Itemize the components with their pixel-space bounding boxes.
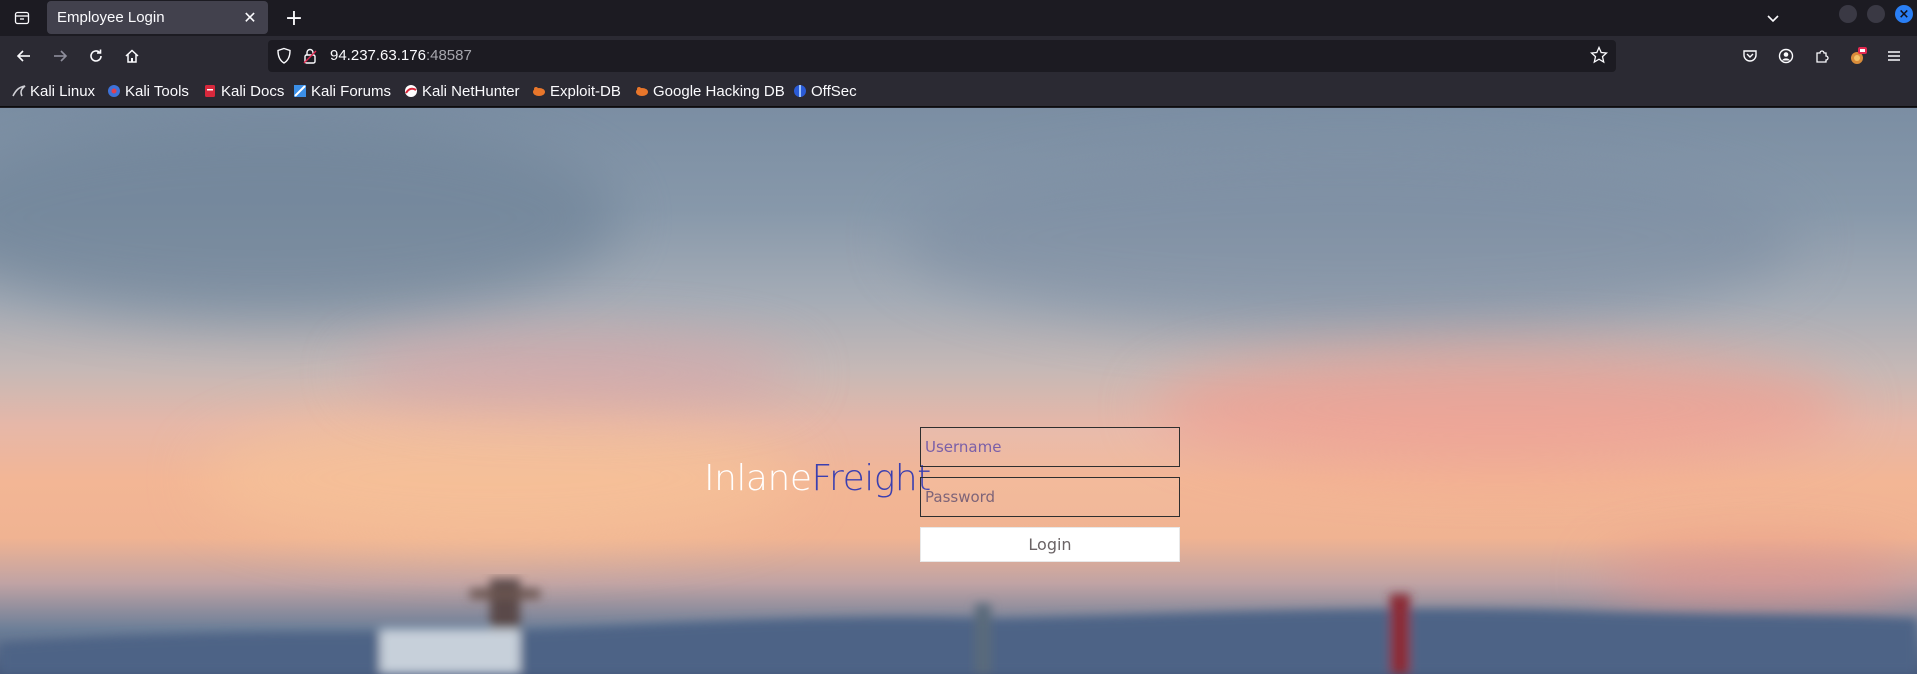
account-icon (1778, 48, 1794, 64)
background-cloud (1150, 348, 1850, 468)
pocket-icon (1743, 50, 1757, 62)
lock-icon[interactable] (302, 47, 318, 69)
close-window-button[interactable]: × (1895, 5, 1913, 23)
bookmark-label: Google Hacking DB (653, 82, 785, 100)
url-port: :48587 (425, 47, 472, 64)
close-icon: × (1898, 6, 1910, 22)
bookmark-label: Kali Docs (221, 82, 285, 100)
list-all-tabs-button[interactable] (1759, 4, 1787, 32)
tracking-protection-icon[interactable] (276, 47, 292, 69)
password-input[interactable] (920, 477, 1180, 517)
tab-title: Employee Login (57, 9, 165, 26)
tab-close-icon[interactable]: ✕ (238, 5, 262, 29)
brand-logo-part1: Inlane (704, 458, 812, 499)
login-page-background: InlaneFreight Login (0, 108, 1917, 674)
hamburger-menu-icon (1888, 51, 1900, 61)
harbor-skyline-silhouette (0, 579, 1917, 674)
arrow-right-icon (54, 50, 68, 62)
bookmark-kali-tools[interactable]: Kali Tools (107, 81, 189, 101)
nethunter-icon (404, 84, 418, 98)
bookmark-kali-forums[interactable]: Kali Forums (293, 81, 391, 101)
kali-docs-icon (203, 84, 217, 98)
account-button[interactable] (1772, 42, 1800, 70)
extension-badge-button[interactable] (1844, 42, 1872, 70)
bookmark-kali-docs[interactable]: Kali Docs (203, 81, 284, 101)
app-menu-button[interactable] (1880, 42, 1908, 70)
bookmark-label: OffSec (811, 82, 857, 100)
bookmark-google-hacking-db[interactable]: Google Hacking DB (635, 81, 785, 101)
login-button[interactable]: Login (920, 527, 1180, 562)
bookmark-offsec[interactable]: OffSec (793, 81, 857, 101)
bookmark-label: Kali Forums (311, 82, 392, 100)
background-cloud (0, 118, 620, 318)
new-tab-button[interactable]: + (280, 4, 308, 32)
bookmark-star-icon[interactable] (1589, 45, 1609, 68)
back-button[interactable] (10, 42, 38, 70)
extension-badge-icon (1851, 47, 1867, 64)
minimize-window-button[interactable] (1839, 5, 1857, 23)
bookmark-label: Kali Tools (125, 82, 189, 100)
username-input[interactable] (920, 427, 1180, 467)
arrow-left-icon (16, 50, 30, 62)
background-cloud (350, 338, 800, 408)
url-host: 94.237.63.176 (330, 47, 426, 64)
address-bar[interactable]: 94.237.63.176:48587 (268, 40, 1616, 72)
ghdb-icon (635, 84, 649, 98)
tab-strip: Employee Login ✕ + × (0, 0, 1917, 36)
reload-icon (90, 49, 102, 62)
bookmarks-toolbar: Kali Linux Kali Tools Kali Docs Kali For… (0, 76, 1917, 107)
kali-dragon-icon (12, 84, 26, 98)
tab-employee-login[interactable]: Employee Login ✕ (47, 1, 268, 34)
puzzle-icon (1816, 50, 1829, 63)
navigation-toolbar: 94.237.63.176:48587 (0, 36, 1917, 76)
bookmark-label: Exploit-DB (550, 82, 621, 100)
reload-button[interactable] (82, 42, 110, 70)
home-button[interactable] (118, 42, 146, 70)
firefox-view-icon (14, 11, 30, 25)
pocket-button[interactable] (1736, 42, 1764, 70)
chevron-down-icon (1767, 15, 1779, 23)
kali-forums-icon (293, 84, 307, 98)
brand-logo-part2: Freight (811, 458, 931, 499)
background-cloud (900, 148, 1800, 328)
offsec-icon (793, 84, 807, 98)
brand-logo: InlaneFreight (704, 458, 931, 499)
url-text[interactable]: 94.237.63.176:48587 (330, 47, 472, 64)
bookmark-label: Kali NetHunter (422, 82, 520, 100)
exploit-db-icon (532, 84, 546, 98)
firefox-view-button[interactable] (10, 6, 34, 30)
extensions-button[interactable] (1808, 42, 1836, 70)
maximize-window-button[interactable] (1867, 5, 1885, 23)
bookmark-kali-nethunter[interactable]: Kali NetHunter (404, 81, 520, 101)
bookmark-label: Kali Linux (30, 82, 96, 100)
forward-button[interactable] (46, 42, 74, 70)
bookmark-kali-linux[interactable]: Kali Linux (12, 81, 95, 101)
home-icon (125, 49, 139, 63)
bookmark-exploit-db[interactable]: Exploit-DB (532, 81, 621, 101)
kali-tools-icon (107, 84, 121, 98)
